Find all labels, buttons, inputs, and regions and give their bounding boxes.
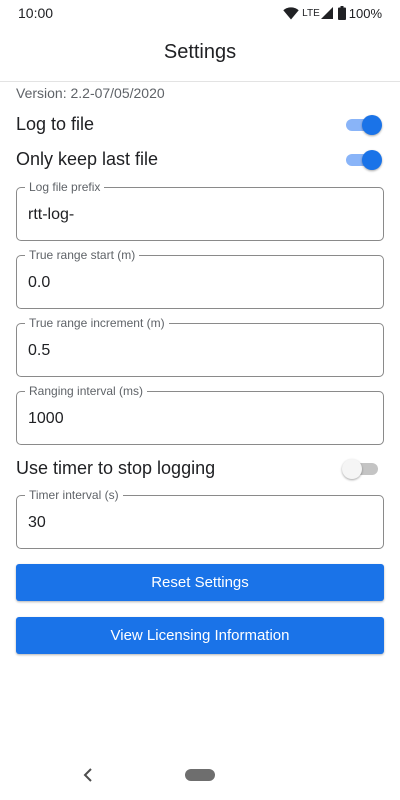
- use-timer-row[interactable]: Use timer to stop logging: [16, 455, 384, 483]
- only-keep-last-file-label: Only keep last file: [16, 149, 159, 169]
- reset-settings-button[interactable]: Reset Settings: [16, 564, 384, 601]
- battery-percent: 100%: [348, 5, 382, 21]
- log-to-file-label: Log to file: [16, 114, 95, 134]
- true-range-increment-label: True range increment (m): [25, 316, 169, 330]
- true-range-increment-field[interactable]: True range increment (m) 0.5: [16, 316, 384, 377]
- log-file-prefix-field[interactable]: Log file prefix rtt-log-: [16, 180, 384, 241]
- only-keep-last-file-row[interactable]: Only keep last file: [16, 146, 384, 174]
- version-text: Version: 2.2-07/05/2020: [16, 85, 165, 101]
- back-icon[interactable]: [82, 766, 94, 789]
- network-type: LTE: [302, 7, 320, 19]
- page-title: Settings: [163, 41, 237, 63]
- status-time: 10:00: [18, 5, 54, 21]
- true-range-increment-input[interactable]: 0.5: [28, 342, 50, 360]
- home-pill[interactable]: [185, 769, 215, 781]
- timer-interval-field[interactable]: Timer interval (s) 30: [16, 488, 384, 549]
- use-timer-switch[interactable]: [342, 459, 380, 479]
- true-range-start-field[interactable]: True range start (m) 0.0: [16, 248, 384, 309]
- status-bar: 10:00 LTE 100%: [0, 0, 400, 26]
- status-icons: LTE 100%: [283, 4, 382, 22]
- switch-thumb: [342, 459, 362, 479]
- switch-thumb: [362, 150, 382, 170]
- timer-interval-label: Timer interval (s): [25, 488, 123, 502]
- app-bar: Settings: [0, 26, 400, 82]
- ranging-interval-field[interactable]: Ranging interval (ms) 1000: [16, 384, 384, 445]
- only-keep-last-file-switch[interactable]: [344, 150, 382, 170]
- log-to-file-switch[interactable]: [344, 115, 382, 135]
- log-to-file-row[interactable]: Log to file: [16, 111, 384, 139]
- timer-interval-input[interactable]: 30: [28, 514, 46, 532]
- view-licensing-button[interactable]: View Licensing Information: [16, 617, 384, 654]
- wifi-icon: [283, 6, 299, 20]
- use-timer-label: Use timer to stop logging: [16, 458, 216, 478]
- signal-icon: [320, 7, 333, 19]
- log-file-prefix-label: Log file prefix: [25, 180, 105, 194]
- switch-thumb: [362, 115, 382, 135]
- ranging-interval-label: Ranging interval (ms): [25, 384, 148, 398]
- battery-icon: [337, 6, 346, 20]
- true-range-start-input[interactable]: 0.0: [28, 274, 50, 292]
- true-range-start-label: True range start (m): [25, 248, 140, 262]
- log-file-prefix-input[interactable]: rtt-log-: [28, 206, 74, 224]
- ranging-interval-input[interactable]: 1000: [28, 410, 64, 428]
